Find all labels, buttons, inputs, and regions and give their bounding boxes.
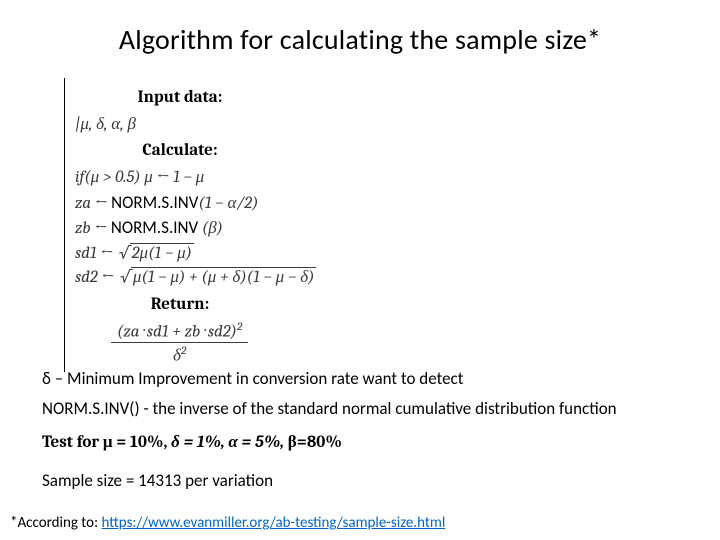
test-beta: β=80% (288, 433, 342, 452)
slide-title: Algorithm for calculating the sample siz… (0, 22, 720, 57)
fraction-denominator: δ2 (111, 343, 248, 366)
note-test-params: Test for μ = 10%, δ = 1%, α = 5%, β=80% (42, 432, 342, 452)
calc-zb-line: zb ← NORM.S.INV (β) (75, 216, 415, 242)
footnote-link[interactable]: https://www.evanmiller.org/ab-testing/sa… (102, 514, 446, 532)
return-heading: Return: (75, 293, 285, 318)
slide: Algorithm for calculating the sample siz… (0, 0, 720, 540)
fraction-numerator: (za · sd1 + zb · sd2)2 (111, 320, 248, 344)
sd2-prefix: sd2 ← (75, 268, 118, 287)
sd1-radicand: 2μ(1 − μ) (130, 243, 194, 263)
sqrt-icon: μ(1 − μ) + (μ + δ)(1 − μ − δ) (118, 266, 317, 291)
input-vars: |μ, δ, α, β (75, 113, 415, 138)
sqrt-icon: 2μ(1 − μ) (117, 242, 194, 267)
test-delta-alpha: δ = 1%, α = 5%, (171, 433, 288, 452)
fraction: (za · sd1 + zb · sd2)2 δ2 (111, 320, 248, 366)
algorithm-block: Input data: |μ, δ, α, β Calculate: if(μ … (64, 78, 415, 372)
calc-za-line: za ← NORM.S.INV(1 − α/2) (75, 191, 415, 217)
calc-sd1-line: sd1 ← 2μ(1 − μ) (75, 242, 415, 267)
zb-suffix: (β) (198, 219, 223, 238)
footnote-prefix: *According to: (10, 514, 102, 532)
ret-num-sup: 2 (237, 319, 242, 333)
za-suffix: (1 − α/2) (198, 194, 258, 213)
input-heading: Input data: (75, 86, 285, 111)
calculate-heading: Calculate: (75, 139, 285, 164)
sd2-radicand: μ(1 − μ) + (μ + δ)(1 − μ − δ) (131, 267, 317, 287)
calc-if-line: if(μ > 0.5) μ ← 1 − μ (75, 166, 415, 191)
sd1-prefix: sd1 ← (75, 244, 117, 263)
ret-den-base: δ (173, 347, 181, 366)
note-norm-inv: NORM.S.INV() - the inverse of the standa… (42, 398, 617, 419)
norm-func: NORM.S.INV (111, 217, 198, 238)
note-sample-size: Sample size = 14313 per variation (42, 470, 273, 491)
note-delta: δ – Minimum Improvement in conversion ra… (42, 368, 463, 389)
test-mu: Test for μ = 10%, (42, 433, 171, 452)
return-expression: (za · sd1 + zb · sd2)2 δ2 (75, 320, 415, 366)
ret-num-base: (za · sd1 + zb · sd2) (117, 322, 237, 341)
ret-den-sup: 2 (181, 343, 186, 357)
za-prefix: za ← (75, 194, 111, 213)
norm-func: NORM.S.INV (111, 192, 198, 213)
zb-prefix: zb ← (75, 219, 111, 238)
calc-sd2-line: sd2 ← μ(1 − μ) + (μ + δ)(1 − μ − δ) (75, 266, 415, 291)
footnote: *According to: https://www.evanmiller.or… (10, 514, 445, 532)
